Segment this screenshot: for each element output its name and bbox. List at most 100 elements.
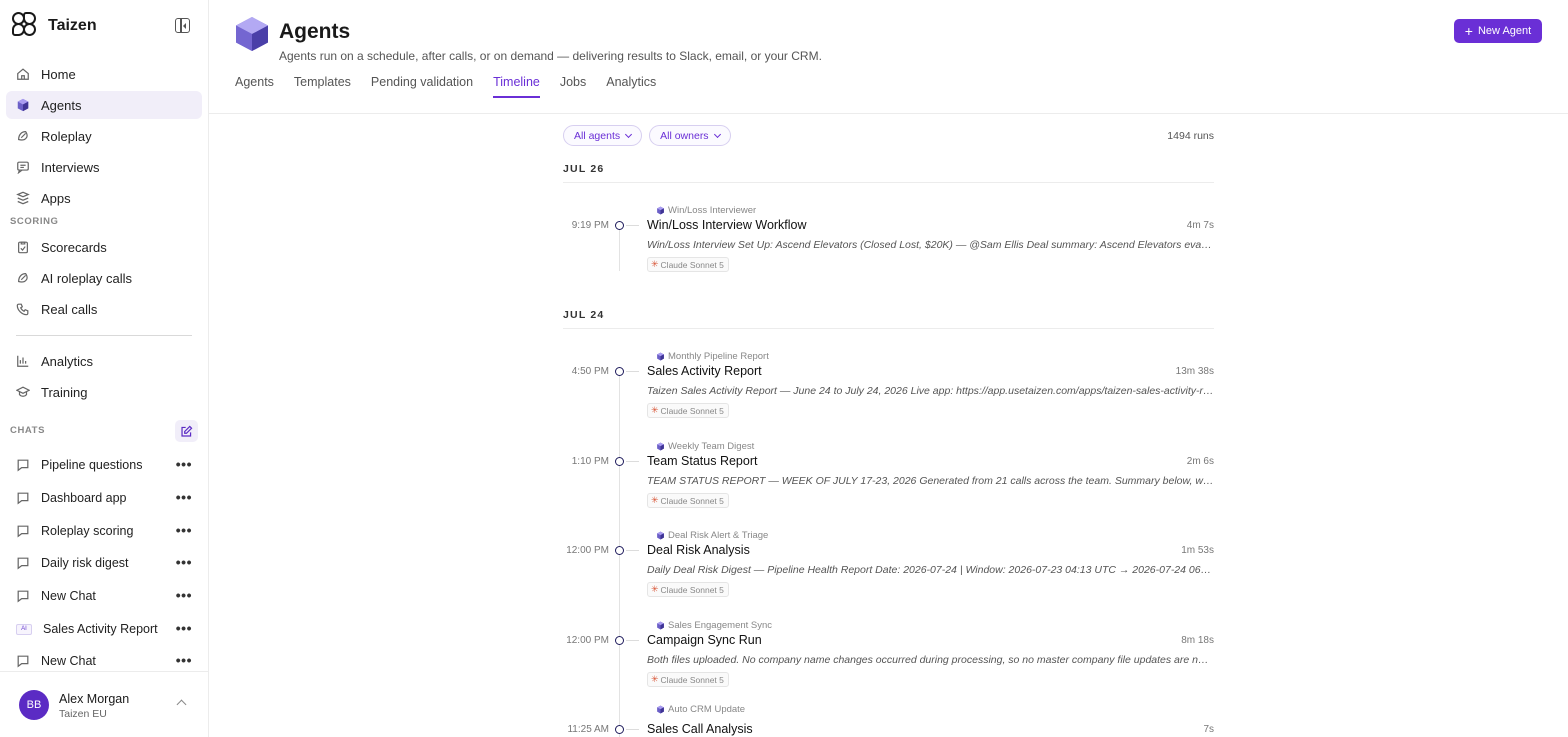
tabs: Agents Templates Pending validation Time… [235,75,676,98]
sidebar-item-label: Agents [41,97,82,113]
timeline-dot-icon [615,636,624,645]
run-title[interactable]: Team Status Report [647,454,757,468]
tab-agents[interactable]: Agents [235,75,274,98]
run-agent[interactable]: Win/Loss Interviewer [656,205,756,216]
all-owners-filter[interactable]: All owners [649,125,731,146]
chevron-down-icon [625,130,633,138]
tab-timeline[interactable]: Timeline [493,75,540,98]
tab-pending-validation[interactable]: Pending validation [371,75,473,98]
agent-cube-icon [657,352,664,361]
roleplay-icon [16,271,30,285]
sidebar-item-home[interactable]: Home [6,60,202,88]
run-title[interactable]: Campaign Sync Run [647,633,762,647]
avatar: BB [19,690,49,720]
scoring-section-label: SCORING [10,216,59,227]
sidebar-item-agents[interactable]: Agents [6,91,202,119]
sidebar-item-training[interactable]: Training [6,378,202,406]
more-options-icon[interactable]: ••• [176,490,192,504]
run-agent[interactable]: Deal Risk Alert & Triage [656,530,768,541]
chat-item-new-chat[interactable]: New Chat ••• [6,582,202,610]
run-title[interactable]: Win/Loss Interview Workflow [647,218,807,232]
run-title[interactable]: Sales Activity Report [647,364,762,378]
chat-item-label: Daily risk digest [41,556,129,570]
agent-cube-icon [657,531,664,540]
more-options-icon[interactable]: ••• [176,653,192,667]
more-options-icon[interactable]: ••• [176,523,192,537]
claude-icon: ✳ [651,495,659,505]
sidebar-item-analytics[interactable]: Analytics [6,347,202,375]
run-agent-label: Deal Risk Alert & Triage [668,530,769,541]
model-badge: ✳ Claude Sonnet 5 [647,582,729,597]
filter-label: All agents [574,129,621,142]
ai-badge-icon: AI [16,623,32,635]
chat-item-daily-risk-digest[interactable]: Daily risk digest ••• [6,549,202,577]
timeline-connector [626,550,639,551]
run-title[interactable]: Deal Risk Analysis [647,543,750,557]
run-agent[interactable]: Monthly Pipeline Report [656,351,769,362]
run-time: 12:00 PM [566,635,609,646]
new-chat-button[interactable] [175,420,198,442]
sidebar-item-label: Home [41,66,76,82]
more-options-icon[interactable]: ••• [176,588,192,602]
chat-item-label: Sales Activity Report [43,622,158,636]
tab-templates[interactable]: Templates [294,75,351,98]
agent-cube-icon [657,705,664,714]
timeline-run[interactable]: 9:19 PM Win/Loss Interviewer Win/Loss In… [563,205,1214,290]
brand[interactable]: Taizen [12,12,97,40]
claude-icon: ✳ [651,259,659,269]
apps-icon [16,191,30,205]
filter-label: All owners [660,129,709,142]
timeline-run[interactable]: 4:50 PM Monthly Pipeline Report Sales Ac… [563,351,1214,436]
timeline-run[interactable]: 12:00 PM Sales Engagement Sync Campaign … [563,620,1214,705]
sidebar-item-real-calls[interactable]: Real calls [6,295,202,323]
page-title: Agents [279,20,351,43]
agent-cube-icon [657,206,664,215]
sidebar-item-label: Real calls [41,301,98,317]
chat-bubble-icon [16,589,30,603]
run-agent[interactable]: Weekly Team Digest [656,441,754,452]
chat-item-roleplay-scoring[interactable]: Roleplay scoring ••• [6,517,202,545]
timeline-run[interactable]: 1:10 PM Weekly Team Digest Team Status R… [563,441,1214,526]
tab-jobs[interactable]: Jobs [560,75,586,98]
more-options-icon[interactable]: ••• [176,621,192,635]
model-badge: ✳ Claude Sonnet 5 [647,493,729,508]
run-agent[interactable]: Auto CRM Update [656,704,745,715]
brand-name: Taizen [48,17,97,34]
sidebar-item-label: Analytics [41,353,94,369]
agents-cube-icon [16,98,30,112]
chat-item-label: New Chat [41,589,96,603]
run-time: 4:50 PM [571,366,609,377]
run-duration: 8m 18s [1181,635,1214,646]
run-summary: Both files uploaded. No company name cha… [647,654,1214,666]
run-agent-label: Auto CRM Update [668,704,746,715]
run-time: 11:25 AM [567,724,609,735]
run-duration: 4m 7s [1186,220,1214,231]
run-summary: Win/Loss Interview Set Up: Ascend Elevat… [647,239,1214,251]
all-agents-filter[interactable]: All agents [563,125,643,146]
more-options-icon[interactable]: ••• [176,555,192,569]
timeline-connector [626,461,639,462]
sidebar-item-roleplay[interactable]: Roleplay [6,122,202,150]
tab-analytics[interactable]: Analytics [606,75,656,98]
run-title[interactable]: Sales Call Analysis [647,722,753,736]
timeline-run[interactable]: 11:25 AM Sales Call Analysis 7s [563,714,1214,737]
graduation-cap-icon [16,385,30,399]
sidebar-item-ai-roleplay-calls[interactable]: AI roleplay calls [6,264,202,292]
more-options-icon[interactable]: ••• [176,457,192,471]
chat-item-dashboard-app[interactable]: Dashboard app ••• [6,484,202,512]
sidebar-item-interviews[interactable]: Interviews [6,153,202,181]
chat-item-sales-activity-report[interactable]: AI Sales Activity Report ••• [6,615,202,643]
run-summary: Taizen Sales Activity Report — June 24 t… [647,385,1214,397]
chats-section-label: CHATS [10,425,46,436]
chat-item-pipeline-questions[interactable]: Pipeline questions ••• [6,451,202,479]
sidebar-item-scorecards[interactable]: Scorecards [6,233,202,261]
new-agent-label: New Agent [1477,25,1532,37]
user-menu[interactable]: BB Alex Morgan Taizen EU [0,671,208,737]
sidebar-collapse-icon[interactable] [175,18,190,33]
new-agent-button[interactable]: + New Agent [1454,19,1542,43]
run-agent[interactable]: Sales Engagement Sync [656,620,772,631]
runs-count: 1494 runs [1167,130,1214,142]
agent-cube-icon [657,621,664,630]
timeline-run[interactable]: 12:00 PM Deal Risk Alert & Triage Deal R… [563,530,1214,615]
sidebar-item-apps[interactable]: Apps [6,184,202,212]
